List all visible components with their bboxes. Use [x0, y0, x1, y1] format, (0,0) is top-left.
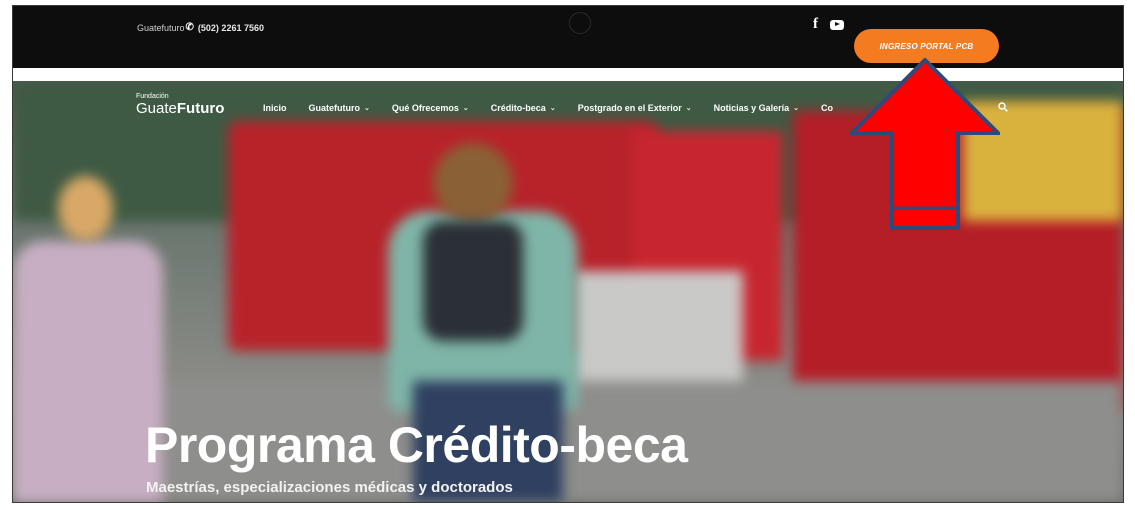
hero-title: Programa Crédito-beca	[145, 417, 688, 473]
annotation-arrow-icon	[850, 58, 1000, 230]
chevron-down-icon: ⌄	[685, 105, 692, 112]
chevron-down-icon: ⌄	[549, 105, 556, 112]
bg-pedestrian-head	[58, 176, 113, 241]
logo-title-light: Guate	[136, 100, 177, 117]
nav-item-label: Postgrado en el Exterior	[577, 103, 682, 113]
facebook-icon[interactable]: f	[813, 17, 818, 32]
contact-phone[interactable]: (502) 2261 7560	[198, 23, 264, 33]
bg-backpack	[423, 221, 523, 341]
chevron-down-icon: ⌄	[462, 105, 469, 112]
nav-item-label: Noticias y Galería	[713, 103, 790, 113]
logo-title-bold: Futuro	[176, 100, 225, 117]
nav-item-label: Co	[821, 103, 834, 113]
nav-item-label: Qué Ofrecemos	[391, 103, 459, 113]
social-links: f	[813, 17, 844, 32]
bg-pedestrian	[13, 241, 163, 502]
nav-item-label: Guatefuturo	[308, 103, 361, 113]
nav-item-guatefuturo[interactable]: Guatefuturo ⌄	[309, 103, 370, 113]
logo-subtitle: Fundación	[136, 93, 169, 100]
phone-icon: ✆	[185, 22, 194, 33]
contact-brand: Guatefuturo	[137, 22, 185, 33]
chevron-down-icon: ⌄	[793, 105, 800, 112]
bg-cyclist-head	[433, 143, 513, 223]
hero-subtitle: Maestrías, especializaciones médicas y d…	[146, 479, 513, 496]
nav-item-que-ofrecemos[interactable]: Qué Ofrecemos ⌄	[392, 103, 469, 113]
nav-item-credito-beca[interactable]: Crédito-beca ⌄	[491, 103, 556, 113]
chevron-down-icon: ⌄	[364, 105, 370, 112]
nav-item-noticias[interactable]: Noticias y Galería ⌄	[714, 103, 799, 113]
nav-item-label: Inicio	[263, 103, 287, 113]
youtube-icon[interactable]	[830, 19, 844, 30]
nav-item-inicio[interactable]: Inicio	[263, 103, 287, 113]
nav-item-postgrado[interactable]: Postgrado en el Exterior ⌄	[578, 103, 692, 113]
screenshot-frame: Guatefuturo ✆ (502) 2261 7560 f INGRESO …	[0, 0, 1135, 510]
nav-menu: Inicio Guatefuturo ⌄ Qué Ofrecemos ⌄ Crédi…	[263, 103, 855, 113]
nav-item-contacto[interactable]: Co	[821, 103, 833, 113]
site-logo[interactable]: Fundación GuateFuturo	[136, 93, 224, 117]
contact-info: Guatefuturo ✆ (502) 2261 7560	[137, 22, 264, 33]
logo-title: GuateFuturo	[136, 100, 224, 117]
nav-item-label: Crédito-beca	[490, 103, 546, 113]
loading-indicator	[569, 12, 591, 34]
